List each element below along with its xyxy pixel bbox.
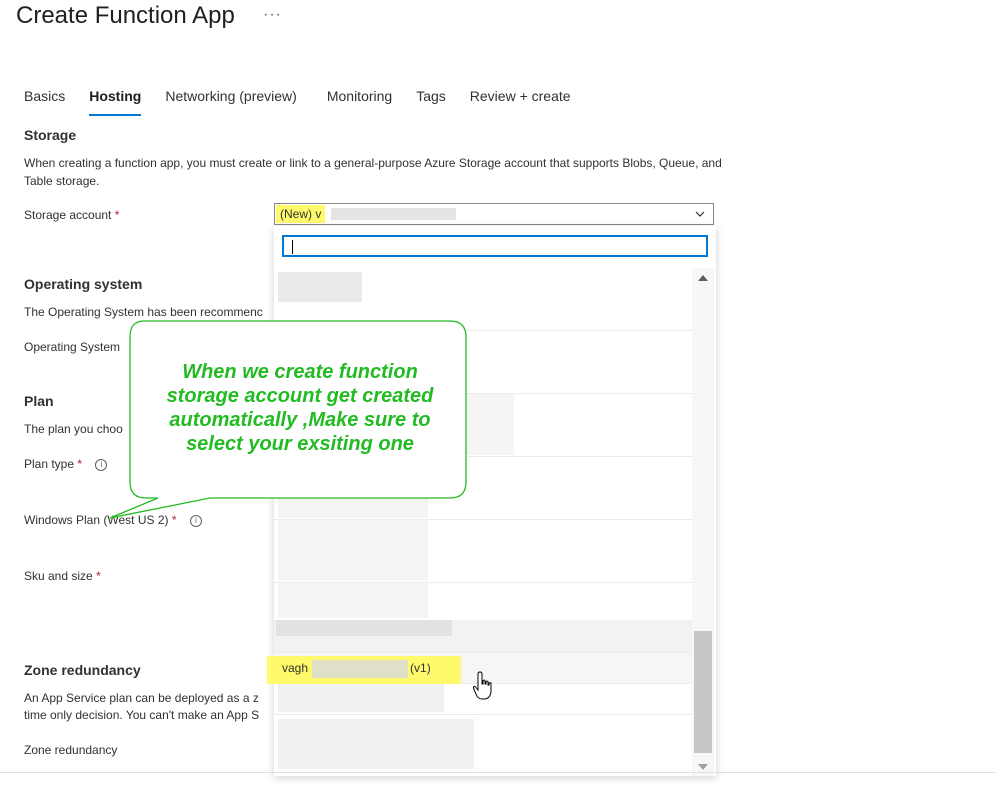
tab-monitoring[interactable]: Monitoring <box>327 88 392 114</box>
storage-account-selected-value: (New) v <box>276 205 326 223</box>
storage-heading: Storage <box>24 127 77 143</box>
storage-account-search-input[interactable] <box>282 235 708 257</box>
divider <box>0 772 995 773</box>
storage-account-label: Storage account * <box>24 208 119 222</box>
scroll-down-icon[interactable] <box>698 763 708 771</box>
existing-storage-option[interactable]: vagh (v1) <box>282 661 431 675</box>
required-indicator: * <box>77 457 83 471</box>
page-title: Create Function App <box>16 2 235 29</box>
zone-redundancy-description-1: An App Service plan can be deployed as a… <box>24 691 259 705</box>
required-indicator: * <box>114 208 120 222</box>
sku-size-label-text: Sku and size <box>24 569 93 583</box>
tab-basics[interactable]: Basics <box>24 88 65 114</box>
redacted-option <box>278 684 444 712</box>
storage-account-dropdown[interactable]: (New) v <box>274 203 714 225</box>
redacted-value <box>331 208 456 220</box>
tab-networking[interactable]: Networking (preview) <box>165 88 296 114</box>
zone-redundancy-heading: Zone redundancy <box>24 662 141 678</box>
tab-review-create[interactable]: Review + create <box>470 88 571 114</box>
text-caret <box>292 240 293 254</box>
hand-pointer-icon <box>472 671 492 700</box>
list-item[interactable] <box>274 520 692 583</box>
plan-heading: Plan <box>24 393 54 409</box>
annotation-callout-text: When we create function storage account … <box>166 361 434 455</box>
tab-hosting[interactable]: Hosting <box>89 88 142 116</box>
operating-system-heading: Operating system <box>24 276 143 292</box>
redacted-option <box>278 719 474 769</box>
more-options-icon[interactable]: ··· <box>263 6 282 24</box>
tab-tags[interactable]: Tags <box>416 88 446 114</box>
plan-type-label-text: Plan type <box>24 457 75 471</box>
chevron-down-icon <box>695 211 705 217</box>
redacted-option <box>278 272 362 302</box>
existing-storage-option-prefix: vagh <box>282 661 309 675</box>
zone-redundancy-description-2: time only decision. You can't make an Ap… <box>24 708 260 722</box>
list-item[interactable] <box>274 620 692 653</box>
storage-account-label-text: Storage account <box>24 208 112 222</box>
existing-storage-option-suffix: (v1) <box>410 661 431 675</box>
zone-redundancy-label: Zone redundancy <box>24 743 118 757</box>
scroll-up-icon[interactable] <box>698 274 708 282</box>
scrollbar-thumb[interactable] <box>694 631 712 753</box>
list-item[interactable] <box>274 715 692 776</box>
plan-type-label: Plan type * i <box>24 457 108 471</box>
redacted-option <box>276 620 452 636</box>
storage-description: When creating a function app, you must c… <box>24 156 722 188</box>
redacted-option <box>278 520 428 581</box>
required-indicator: * <box>96 569 101 583</box>
redacted-option <box>278 583 428 618</box>
tab-list: Basics Hosting Networking (preview) Moni… <box>24 88 595 118</box>
options-scrollbar[interactable] <box>692 268 714 776</box>
sku-size-label: Sku and size * <box>24 569 101 583</box>
